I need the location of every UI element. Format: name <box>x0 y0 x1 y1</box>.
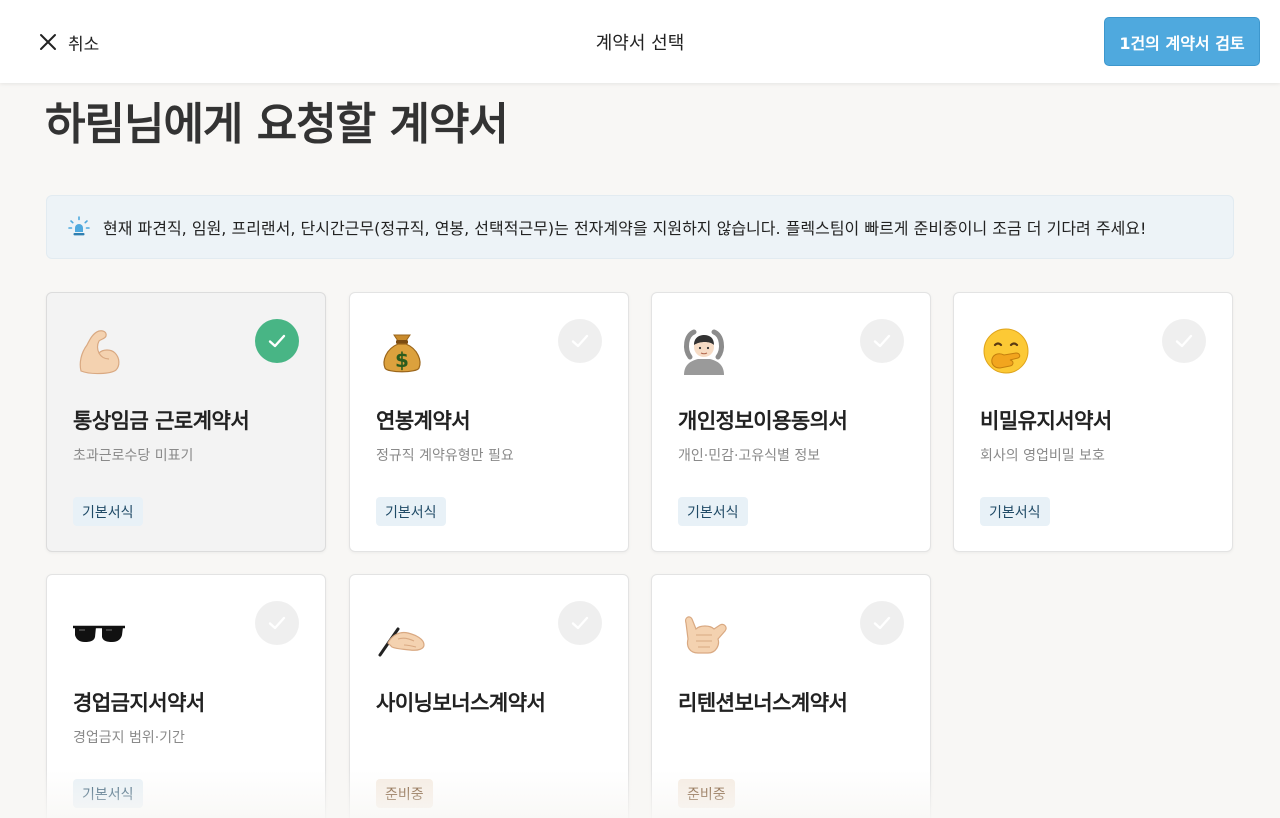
status-badge: 준비중 <box>376 779 433 808</box>
notice-text: 현재 파견직, 임원, 프리랜서, 단시간근무(정규직, 연봉, 선택적근무)는… <box>103 219 1147 238</box>
contract-card-retention-bonus[interactable]: 리텐션보너스계약서 준비중 <box>651 574 931 818</box>
page-title: 하림님에게 요청할 계약서 <box>45 99 509 150</box>
selected-check-icon[interactable] <box>255 319 299 363</box>
sunglasses-icon <box>73 625 125 642</box>
status-badge: 기본서식 <box>73 497 143 526</box>
contract-card-nda[interactable]: 비밀유지서약서 회사의 영업비밀 보호 기본서식 <box>953 292 1233 552</box>
call-me-hand-icon <box>685 616 727 654</box>
top-bar: 취소 계약서 선택 1건의 계약서 검토 <box>0 0 1280 83</box>
unselected-check-icon[interactable] <box>558 601 602 645</box>
contract-card-salary[interactable]: $ 연봉계약서 정규직 계약유형만 필요 기본서식 <box>349 292 629 552</box>
contract-name: 리텐션보너스계약서 <box>678 691 848 715</box>
light-bulb-icon <box>68 216 90 236</box>
writing-hand-icon <box>378 627 425 657</box>
unselected-check-icon[interactable] <box>558 319 602 363</box>
unselected-check-icon[interactable] <box>860 319 904 363</box>
contract-description: 경업금지 범위·기간 <box>73 730 185 746</box>
hand-over-mouth-icon <box>983 328 1029 374</box>
flexed-biceps-icon <box>79 330 120 375</box>
person-ok-gesture-icon <box>684 329 724 375</box>
unselected-check-icon[interactable] <box>255 601 299 645</box>
contract-name: 연봉계약서 <box>376 409 471 433</box>
contract-name: 비밀유지서약서 <box>980 409 1112 433</box>
contract-name: 개인정보이용동의서 <box>678 409 848 433</box>
status-badge: 기본서식 <box>980 497 1050 526</box>
contract-card-privacy-consent[interactable]: 개인정보이용동의서 개인·민감·고유식별 정보 기본서식 <box>651 292 931 552</box>
notice-banner: 현재 파견직, 임원, 프리랜서, 단시간근무(정규직, 연봉, 선택적근무)는… <box>46 195 1234 259</box>
unselected-check-icon[interactable] <box>1162 319 1206 363</box>
contract-description: 회사의 영업비밀 보호 <box>980 448 1105 464</box>
unselected-check-icon[interactable] <box>860 601 904 645</box>
contract-description: 정규직 계약유형만 필요 <box>376 448 514 464</box>
contract-name: 사이닝보너스계약서 <box>376 691 546 715</box>
status-badge: 기본서식 <box>678 497 748 526</box>
review-contracts-button[interactable]: 1건의 계약서 검토 <box>1104 17 1260 66</box>
contract-card-signing-bonus[interactable]: 사이닝보너스계약서 준비중 <box>349 574 629 818</box>
money-bag-icon: $ <box>383 334 421 373</box>
svg-text:$: $ <box>395 348 409 372</box>
contract-name: 통상임금 근로계약서 <box>73 409 250 433</box>
contract-card-non-compete[interactable]: 경업금지서약서 경업금지 범위·기간 기본서식 <box>46 574 326 818</box>
contract-name: 경업금지서약서 <box>73 691 205 715</box>
status-badge: 준비중 <box>678 779 735 808</box>
contract-description: 개인·민감·고유식별 정보 <box>678 448 821 464</box>
status-badge: 기본서식 <box>73 779 143 808</box>
status-badge: 기본서식 <box>376 497 446 526</box>
contract-description: 초과근로수당 미표기 <box>73 448 194 464</box>
page-header-title: 계약서 선택 <box>595 33 685 54</box>
contract-card-ordinary-wage[interactable]: 통상임금 근로계약서 초과근로수당 미표기 기본서식 <box>46 292 326 552</box>
